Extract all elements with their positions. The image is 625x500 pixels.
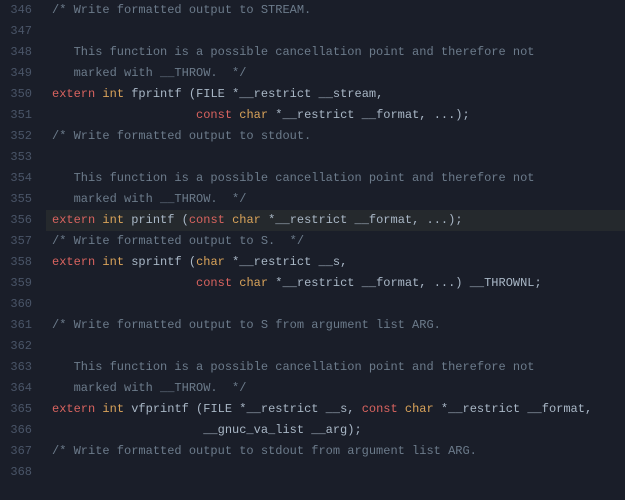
token-ident: FILE xyxy=(203,402,232,416)
token-keyword: extern xyxy=(52,87,95,101)
token-comment: /* Write formatted output to STREAM. xyxy=(52,3,311,17)
code-line[interactable] xyxy=(46,294,625,315)
token xyxy=(52,108,196,122)
token-keyword: extern xyxy=(52,213,95,227)
token-comment: marked with __THROW. */ xyxy=(52,381,246,395)
token-keyword: const xyxy=(189,213,225,227)
token xyxy=(225,213,232,227)
line-number: 352 xyxy=(0,126,32,147)
code-line[interactable]: This function is a possible cancellation… xyxy=(46,357,625,378)
code-line[interactable]: This function is a possible cancellation… xyxy=(46,168,625,189)
line-number: 364 xyxy=(0,378,32,399)
line-number: 348 xyxy=(0,42,32,63)
code-line[interactable]: /* Write formatted output to S. */ xyxy=(46,231,625,252)
code-line[interactable]: marked with __THROW. */ xyxy=(46,378,625,399)
line-number: 347 xyxy=(0,21,32,42)
token-keyword: const xyxy=(196,108,232,122)
token xyxy=(398,402,405,416)
token-type: int xyxy=(102,402,124,416)
code-line[interactable] xyxy=(46,21,625,42)
line-number: 358 xyxy=(0,252,32,273)
code-line[interactable]: extern int printf (const char *__restric… xyxy=(46,210,625,231)
token-punct: *__restrict __s, xyxy=(225,255,347,269)
code-line[interactable]: extern int vfprintf (FILE *__restrict __… xyxy=(46,399,625,420)
token-comment: marked with __THROW. */ xyxy=(52,66,246,80)
code-line[interactable]: extern int fprintf (FILE *__restrict __s… xyxy=(46,84,625,105)
token-keyword: const xyxy=(362,402,398,416)
token-keyword: extern xyxy=(52,402,95,416)
token-punct: *__restrict __format, ...); xyxy=(261,213,463,227)
code-editor[interactable]: 3463473483493503513523533543553563573583… xyxy=(0,0,625,500)
token-punct: ( xyxy=(182,87,196,101)
line-number: 361 xyxy=(0,315,32,336)
line-number: 359 xyxy=(0,273,32,294)
token-punct: *__restrict __s, xyxy=(232,402,362,416)
code-area[interactable]: /* Write formatted output to STREAM. Thi… xyxy=(46,0,625,500)
token-punct: *__restrict __format, ...); xyxy=(268,108,470,122)
line-number: 362 xyxy=(0,336,32,357)
token-comment: This function is a possible cancellation… xyxy=(52,171,534,185)
line-number: 351 xyxy=(0,105,32,126)
token-type: char xyxy=(232,213,261,227)
line-number: 346 xyxy=(0,0,32,21)
token-func: sprintf xyxy=(131,255,181,269)
token xyxy=(52,276,196,290)
token-comment: /* Write formatted output to S from argu… xyxy=(52,318,441,332)
code-line[interactable]: marked with __THROW. */ xyxy=(46,63,625,84)
token-comment: /* Write formatted output to stdout. xyxy=(52,129,311,143)
token-keyword: const xyxy=(196,276,232,290)
code-line[interactable]: const char *__restrict __format, ...); xyxy=(46,105,625,126)
code-line[interactable] xyxy=(46,147,625,168)
token-type: char xyxy=(405,402,434,416)
token-type: char xyxy=(239,108,268,122)
token-comment: marked with __THROW. */ xyxy=(52,192,246,206)
line-number: 365 xyxy=(0,399,32,420)
line-number: 363 xyxy=(0,357,32,378)
token-comment: This function is a possible cancellation… xyxy=(52,360,534,374)
token-func: printf xyxy=(131,213,174,227)
code-line[interactable]: /* Write formatted output to stdout. xyxy=(46,126,625,147)
code-line[interactable]: /* Write formatted output to S from argu… xyxy=(46,315,625,336)
token-comment: This function is a possible cancellation… xyxy=(52,45,534,59)
line-number: 356 xyxy=(0,210,32,231)
code-line[interactable]: __gnuc_va_list __arg); xyxy=(46,420,625,441)
token-punct: *__restrict __stream, xyxy=(225,87,383,101)
code-line[interactable]: marked with __THROW. */ xyxy=(46,189,625,210)
line-number: 350 xyxy=(0,84,32,105)
line-number: 357 xyxy=(0,231,32,252)
token-type: char xyxy=(239,276,268,290)
token-punct: ( xyxy=(182,255,196,269)
line-number: 354 xyxy=(0,168,32,189)
token-type: int xyxy=(102,87,124,101)
token-func: vfprintf xyxy=(131,402,189,416)
line-number-gutter: 3463473483493503513523533543553563573583… xyxy=(0,0,46,500)
code-line[interactable]: const char *__restrict __format, ...) __… xyxy=(46,273,625,294)
token-punct: ( xyxy=(189,402,203,416)
token-ident: FILE xyxy=(196,87,225,101)
token-keyword: extern xyxy=(52,255,95,269)
code-line[interactable]: /* Write formatted output to stdout from… xyxy=(46,441,625,462)
code-line[interactable] xyxy=(46,336,625,357)
line-number: 353 xyxy=(0,147,32,168)
token-func: fprintf xyxy=(131,87,181,101)
token-punct: *__restrict __format, ...) __THROWNL; xyxy=(268,276,542,290)
token-punct: ( xyxy=(174,213,188,227)
line-number: 368 xyxy=(0,462,32,483)
line-number: 367 xyxy=(0,441,32,462)
token-type: int xyxy=(102,213,124,227)
token-type: char xyxy=(196,255,225,269)
token-punct: __gnuc_va_list __arg); xyxy=(52,423,362,437)
line-number: 366 xyxy=(0,420,32,441)
line-number: 349 xyxy=(0,63,32,84)
code-line[interactable]: This function is a possible cancellation… xyxy=(46,42,625,63)
token-punct: *__restrict __format, xyxy=(434,402,592,416)
token-type: int xyxy=(102,255,124,269)
code-line[interactable]: extern int sprintf (char *__restrict __s… xyxy=(46,252,625,273)
code-line[interactable] xyxy=(46,462,625,483)
token-comment: /* Write formatted output to stdout from… xyxy=(52,444,477,458)
line-number: 355 xyxy=(0,189,32,210)
code-line[interactable]: /* Write formatted output to STREAM. xyxy=(46,0,625,21)
line-number: 360 xyxy=(0,294,32,315)
token-comment: /* Write formatted output to S. */ xyxy=(52,234,304,248)
